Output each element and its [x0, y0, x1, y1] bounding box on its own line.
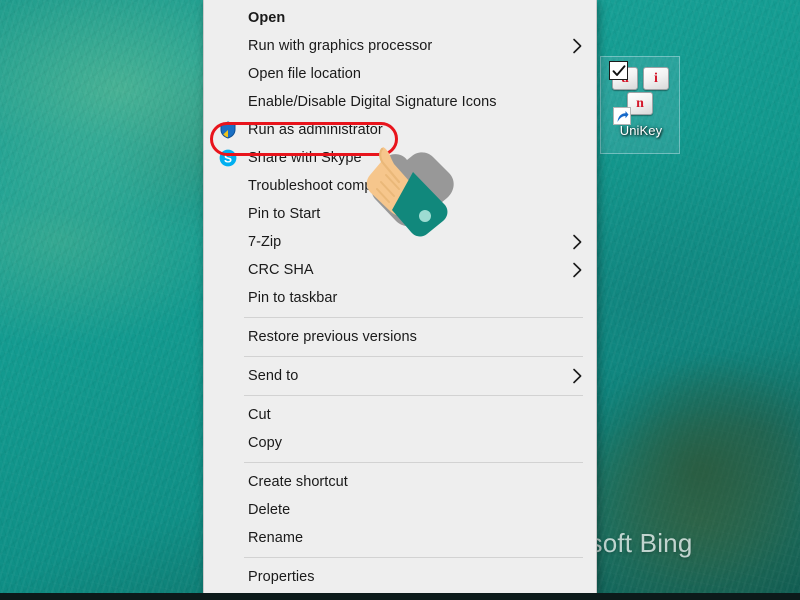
- menu-separator: [244, 462, 583, 463]
- menu-item-run-with-graphics-processor[interactable]: Run with graphics processor: [204, 32, 596, 60]
- menu-item-label: Restore previous versions: [248, 329, 417, 345]
- menu-item-restore-previous-versions[interactable]: Restore previous versions: [204, 323, 596, 351]
- menu-item-send-to[interactable]: Send to: [204, 362, 596, 390]
- menu-item-open-file-location[interactable]: Open file location: [204, 60, 596, 88]
- menu-item-label: Delete: [248, 502, 291, 518]
- menu-item-create-shortcut[interactable]: Create shortcut: [204, 468, 596, 496]
- menu-item-label: Open: [248, 10, 286, 26]
- menu-item-label: CRC SHA: [248, 262, 314, 278]
- menu-item-label: Enable/Disable Digital Signature Icons: [248, 94, 497, 110]
- taskbar[interactable]: [0, 593, 800, 600]
- unikey-keys-graphic: u i n: [609, 61, 673, 125]
- menu-separator: [244, 557, 583, 558]
- menu-item-label: Cut: [248, 407, 271, 423]
- chevron-right-icon: [572, 262, 583, 278]
- menu-item-cut[interactable]: Cut: [204, 401, 596, 429]
- chevron-right-icon: [572, 234, 583, 250]
- desktop-screen: rosoft Bing u i n UniKey OpenRun with gr…: [0, 0, 800, 600]
- menu-item-pin-to-taskbar[interactable]: Pin to taskbar: [204, 284, 596, 312]
- menu-separator: [244, 356, 583, 357]
- menu-item-delete[interactable]: Delete: [204, 496, 596, 524]
- menu-item-label: Open file location: [248, 66, 361, 82]
- menu-item-copy[interactable]: Copy: [204, 429, 596, 457]
- pointing-hand-cursor: [352, 138, 472, 250]
- menu-item-label: Run with graphics processor: [248, 38, 433, 54]
- desktop-icon-unikey[interactable]: u i n UniKey: [600, 56, 680, 154]
- checkbox-checked-icon[interactable]: [609, 61, 628, 80]
- menu-item-label: 7-Zip: [248, 234, 282, 250]
- menu-item-rename[interactable]: Rename: [204, 524, 596, 552]
- menu-item-enable-disable-digital-signature-icons[interactable]: Enable/Disable Digital Signature Icons: [204, 88, 596, 116]
- menu-item-open[interactable]: Open: [204, 4, 596, 32]
- menu-item-label: Pin to Start: [248, 206, 321, 222]
- context-menu[interactable]: Open Run with graphics processor Open file…: [203, 0, 597, 594]
- chevron-right-icon: [572, 368, 583, 384]
- shortcut-arrow-icon: [613, 107, 631, 125]
- wallpaper-shadow-region: [570, 330, 800, 600]
- menu-item-label: Pin to taskbar: [248, 290, 338, 306]
- menu-item-label: Copy: [248, 435, 283, 451]
- chevron-right-icon: [572, 38, 583, 54]
- menu-item-crc-sha[interactable]: CRC SHA: [204, 256, 596, 284]
- menu-item-label: Properties: [248, 569, 315, 585]
- menu-item-label: Send to: [248, 368, 299, 384]
- menu-item-label: Rename: [248, 530, 304, 546]
- menu-item-properties[interactable]: Properties: [204, 563, 596, 591]
- desktop-icon-label: UniKey: [619, 123, 663, 138]
- key-i: i: [643, 67, 669, 90]
- menu-separator: [244, 317, 583, 318]
- menu-separator: [244, 395, 583, 396]
- menu-item-label: Create shortcut: [248, 474, 348, 490]
